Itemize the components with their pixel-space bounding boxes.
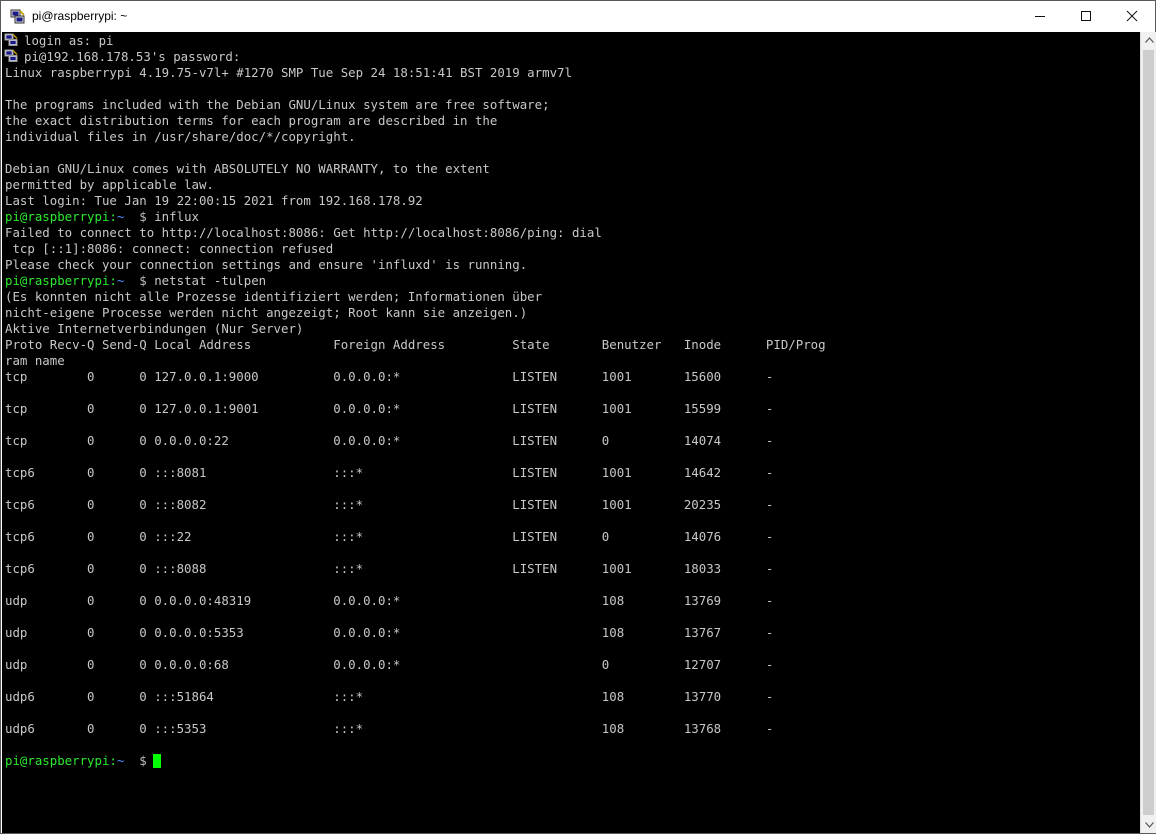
terminal-output-line: udp6 0 0 :::51864 :::* 108 13770 - (5, 689, 774, 704)
minimize-icon (1035, 16, 1045, 17)
terminal-output-line: udp 0 0 0.0.0.0:68 0.0.0.0:* 0 12707 - (5, 657, 774, 672)
command-text: influx (146, 209, 199, 224)
command-text: netstat -tulpen (146, 273, 267, 288)
shell-prompt: pi@raspberrypi:~ $ (5, 753, 147, 768)
scroll-down-arrow-icon (1144, 822, 1154, 828)
putty-session-icon (4, 49, 20, 63)
terminal-active-prompt: pi@raspberrypi:~ $ (5, 753, 161, 769)
terminal-output-line: tcp 0 0 127.0.0.1:9000 0.0.0.0:* LISTEN … (5, 369, 774, 384)
terminal-login-line: login as: pi (4, 33, 114, 49)
putty-window: pi@raspberrypi: ~ login as: pi pi@192.168… (0, 0, 1156, 834)
terminal-command-line: pi@raspberrypi:~ $ netstat -tulpen (5, 273, 266, 289)
terminal-output-line: Please check your connection settings an… (5, 257, 528, 272)
terminal-output-line: the exact distribution terms for each pr… (5, 113, 498, 128)
terminal-output-line: Failed to connect to http://localhost:80… (5, 225, 602, 240)
close-icon (1126, 10, 1138, 22)
window-controls (1017, 1, 1155, 31)
shell-prompt: pi@raspberrypi:~ $ (5, 209, 147, 224)
terminal-output-line: (Es konnten nicht alle Prozesse identifi… (5, 289, 543, 304)
terminal-output-line: tcp6 0 0 :::22 :::* LISTEN 0 14076 - (5, 529, 774, 544)
terminal-output-line: tcp 0 0 127.0.0.1:9001 0.0.0.0:* LISTEN … (5, 401, 774, 416)
terminal-cursor[interactable] (152, 754, 161, 768)
terminal-output-line: The programs included with the Debian GN… (5, 97, 550, 112)
scrollbar-thumb[interactable] (1143, 50, 1154, 815)
scroll-up-arrow-icon (1144, 37, 1154, 43)
scroll-down-button[interactable] (1141, 817, 1156, 833)
terminal-output-line: tcp6 0 0 :::8081 :::* LISTEN 1001 14642 … (5, 465, 774, 480)
maximize-icon (1081, 11, 1091, 21)
terminal-output-line: tcp6 0 0 :::8088 :::* LISTEN 1001 18033 … (5, 561, 774, 576)
terminal-output-line: udp6 0 0 :::5353 :::* 108 13768 - (5, 721, 774, 736)
terminal-line-text: login as: pi (24, 33, 114, 48)
terminal-line-text: pi@192.168.178.53's password: (24, 49, 241, 64)
terminal-output-line: ram name (5, 353, 65, 368)
maximize-button[interactable] (1063, 1, 1109, 31)
terminal-output-line: nicht-eigene Processe werden nicht angez… (5, 305, 528, 320)
terminal-output-line: tcp [::1]:8086: connect: connection refu… (5, 241, 334, 256)
minimize-button[interactable] (1017, 1, 1063, 31)
terminal-output-line: permitted by applicable law. (5, 177, 214, 192)
terminal-output-line: Linux raspberrypi 4.19.75-v7l+ #1270 SMP… (5, 65, 572, 80)
window-title: pi@raspberrypi: ~ (32, 9, 128, 23)
terminal-output-line: udp 0 0 0.0.0.0:5353 0.0.0.0:* 108 13767… (5, 625, 774, 640)
terminal-output-line: Debian GNU/Linux comes with ABSOLUTELY N… (5, 161, 490, 176)
putty-session-icon (4, 33, 20, 47)
title-bar[interactable]: pi@raspberrypi: ~ (1, 1, 1155, 31)
terminal-output-line: individual files in /usr/share/doc/*/cop… (5, 129, 356, 144)
terminal-command-line: pi@raspberrypi:~ $ influx (5, 209, 199, 225)
putty-icon (10, 8, 26, 24)
terminal-output-line: Proto Recv-Q Send-Q Local Address Foreig… (5, 337, 826, 352)
close-button[interactable] (1109, 1, 1155, 31)
terminal-output-line: udp 0 0 0.0.0.0:48319 0.0.0.0:* 108 1376… (5, 593, 774, 608)
scroll-up-button[interactable] (1141, 32, 1156, 48)
shell-prompt: pi@raspberrypi:~ $ (5, 273, 147, 288)
terminal-output-line: tcp 0 0 0.0.0.0:22 0.0.0.0:* LISTEN 0 14… (5, 433, 774, 448)
terminal-output[interactable]: login as: pi pi@192.168.178.53's password… (2, 32, 1140, 833)
terminal-login-line: pi@192.168.178.53's password: (4, 49, 240, 65)
terminal-output-line: Last login: Tue Jan 19 22:00:15 2021 fro… (5, 193, 423, 208)
terminal-output-line: tcp6 0 0 :::8082 :::* LISTEN 1001 20235 … (5, 497, 774, 512)
terminal-output-line: Aktive Internetverbindungen (Nur Server) (5, 321, 304, 336)
vertical-scrollbar[interactable] (1140, 32, 1156, 833)
